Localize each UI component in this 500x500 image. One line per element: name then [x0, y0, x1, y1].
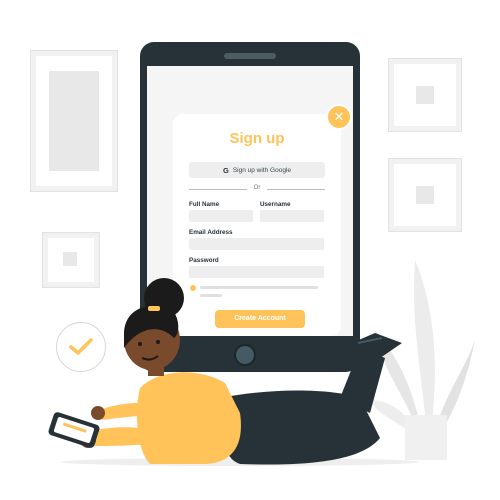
signup-title: Sign up: [229, 130, 285, 147]
full-name-field[interactable]: [189, 210, 253, 222]
divider-text: Or: [253, 185, 261, 191]
google-icon: G: [222, 165, 229, 175]
close-icon: ✕: [333, 109, 345, 124]
wall-frame-right-top: [388, 58, 462, 132]
google-signup-label: Sign up with Google: [232, 166, 292, 174]
divider-line-right: [267, 189, 325, 190]
password-field[interactable]: [189, 266, 324, 278]
email-field[interactable]: [189, 238, 324, 250]
wall-frame-left: [30, 50, 118, 192]
wall-frame-right-bottom: [388, 158, 462, 232]
tablet-speaker: [224, 53, 276, 59]
or-divider: Or: [189, 185, 325, 193]
username-field[interactable]: [260, 210, 324, 222]
password-label: Password: [189, 257, 219, 264]
woman-illustration: [48, 278, 420, 466]
username-label: Username: [260, 201, 291, 208]
google-signup-button[interactable]: G Sign up with Google: [189, 162, 325, 178]
close-button[interactable]: ✕: [326, 104, 352, 130]
full-name-label: Full Name: [189, 201, 220, 208]
email-label: Email Address: [189, 229, 233, 236]
